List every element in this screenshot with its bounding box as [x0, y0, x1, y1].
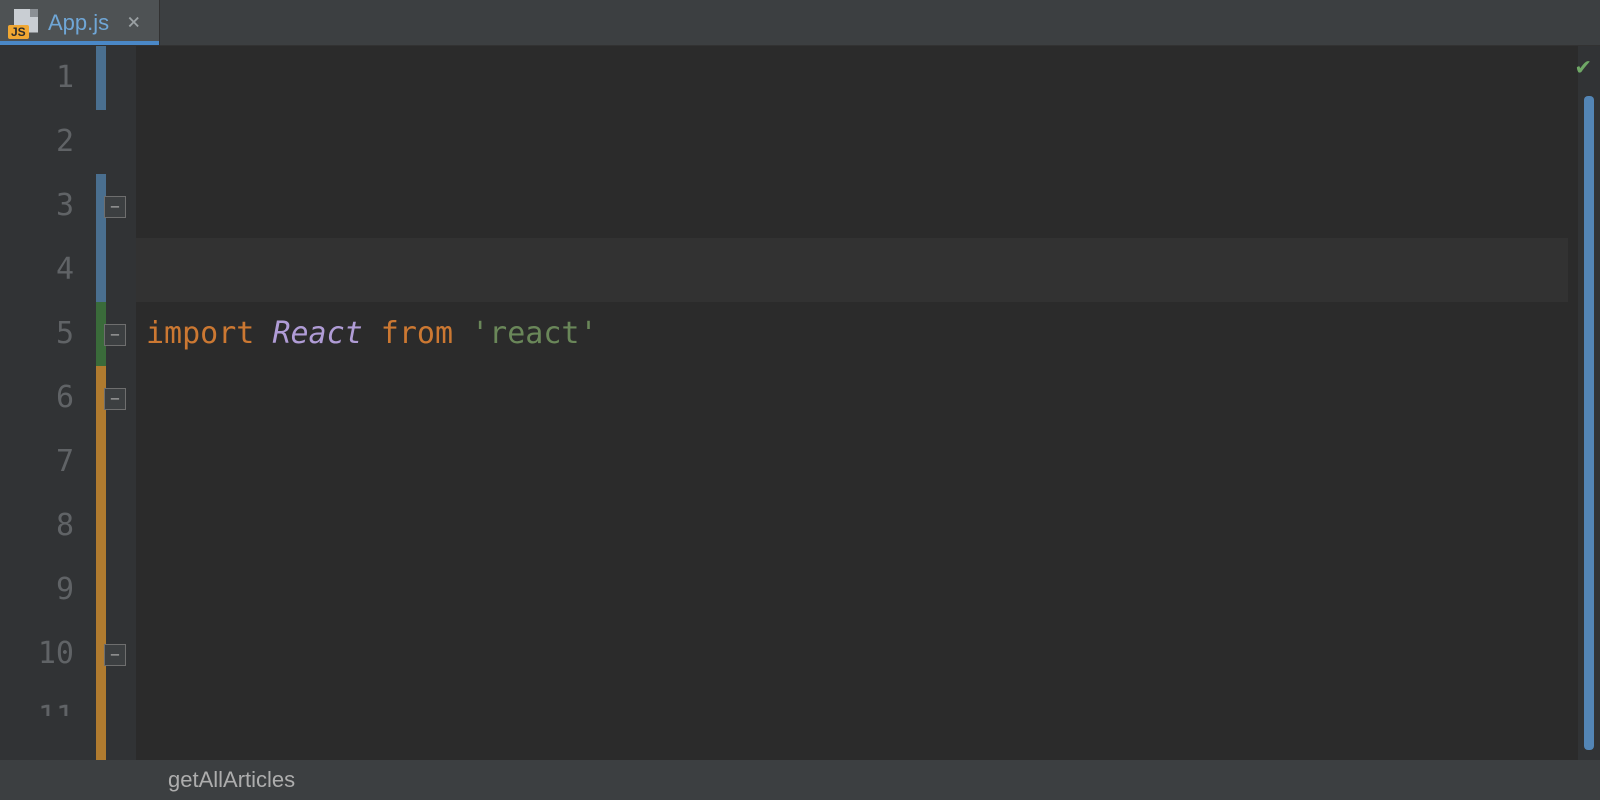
line-number[interactable]: 10	[0, 622, 74, 686]
line-number[interactable]: 3	[0, 174, 74, 238]
inspection-rail: ✔	[1578, 46, 1600, 760]
js-file-icon: JS	[10, 9, 38, 37]
tab-bar: JS App.js ×	[0, 0, 1600, 46]
line-number[interactable]: 6	[0, 366, 74, 430]
breadcrumb-symbol[interactable]: getAllArticles	[168, 767, 295, 793]
line-number[interactable]: 1	[0, 46, 74, 110]
vcs-marker	[96, 46, 106, 110]
inspection-ok-icon[interactable]: ✔	[1576, 52, 1590, 80]
line-number[interactable]: 4	[0, 238, 74, 302]
code-area[interactable]: import React from 'react' const getAllAr…	[136, 46, 1578, 760]
vcs-marker	[96, 366, 106, 760]
scrollbar[interactable]	[1584, 96, 1594, 750]
tab-app-js[interactable]: JS App.js ×	[0, 0, 160, 45]
editor: 1 2 3 4 5 6 7 8 9 10 11 − − − − import R…	[0, 46, 1600, 760]
vcs-marker	[96, 174, 106, 302]
code-line	[146, 558, 1578, 622]
active-tab-underline	[0, 41, 159, 45]
code-line: import React from 'react'	[146, 302, 1578, 366]
fold-toggle-icon[interactable]: −	[104, 644, 126, 666]
line-number[interactable]: 11	[0, 686, 74, 716]
fold-toggle-icon[interactable]: −	[104, 196, 126, 218]
fold-gutter: − − − −	[96, 46, 136, 760]
line-number[interactable]: 7	[0, 430, 74, 494]
tab-label: App.js	[48, 10, 109, 36]
line-number[interactable]: 5	[0, 302, 74, 366]
fold-toggle-icon[interactable]: −	[104, 324, 126, 346]
line-number[interactable]: 8	[0, 494, 74, 558]
line-number[interactable]: 9	[0, 558, 74, 622]
close-icon[interactable]: ×	[127, 10, 140, 35]
current-line-highlight	[136, 238, 1568, 302]
breadcrumb-bar: getAllArticles	[0, 760, 1600, 800]
line-number-gutter: 1 2 3 4 5 6 7 8 9 10 11	[0, 46, 96, 760]
line-number[interactable]: 2	[0, 110, 74, 174]
fold-toggle-icon[interactable]: −	[104, 388, 126, 410]
